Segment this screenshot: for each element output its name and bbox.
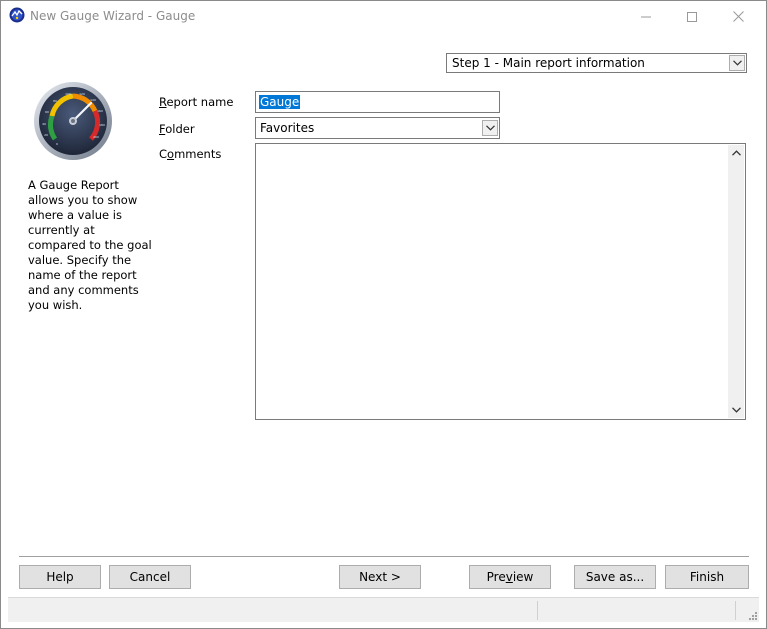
report-name-label-text: eport name: [166, 95, 234, 109]
step-dropdown-button[interactable]: [729, 55, 745, 71]
resize-grip-icon[interactable]: [747, 610, 757, 620]
gauge-icon: 0 20 40 60 80 100 120 140 160 180 200: [34, 82, 112, 160]
chevron-down-icon: [731, 407, 741, 413]
gauge-tick-label: 120: [79, 92, 85, 96]
preview-label-a: Pre: [486, 570, 506, 584]
title-bar[interactable]: New Gauge Wizard - Gauge: [1, 1, 766, 32]
status-divider: [537, 601, 538, 620]
preview-button[interactable]: Pre v iew: [469, 565, 551, 589]
report-name-label: Report name: [159, 95, 233, 109]
app-icon: [9, 7, 25, 23]
status-bar: [8, 597, 759, 622]
gauge-tick-label: 0: [56, 142, 58, 146]
comments-label-text-a: C: [159, 147, 168, 161]
folder-dropdown-button[interactable]: [482, 120, 498, 136]
next-button[interactable]: Next >: [339, 565, 421, 589]
maximize-button[interactable]: [669, 1, 715, 32]
gauge-tick-label: 140: [90, 98, 96, 102]
gauge-tick-label: 160: [97, 109, 103, 113]
chevron-up-icon: [731, 150, 741, 156]
button-separator: [19, 556, 749, 557]
comments-textarea[interactable]: [255, 143, 746, 420]
wizard-content: Step 1 - Main report information 0 20 40…: [8, 32, 759, 594]
minimize-icon: [641, 16, 651, 17]
folder-dropdown-value: Favorites: [260, 121, 315, 135]
scroll-up-button[interactable]: [728, 145, 744, 161]
gauge-tick-label: 40: [42, 122, 46, 126]
folder-label-text: older: [165, 122, 195, 136]
wizard-description: A Gauge Report allows you to show where …: [28, 178, 152, 312]
cancel-button[interactable]: Cancel: [109, 565, 191, 589]
save-as-button[interactable]: Save as...: [574, 565, 656, 589]
preview-label-accesskey: v: [505, 570, 513, 584]
gauge-tick-label: 60: [45, 110, 49, 114]
step-dropdown[interactable]: Step 1 - Main report information: [446, 53, 747, 73]
help-button[interactable]: Help: [19, 565, 101, 589]
gauge-tick-label: 200: [93, 135, 99, 139]
preview-label-b: iew: [512, 570, 534, 584]
finish-button[interactable]: Finish: [665, 565, 749, 589]
step-dropdown-value: Step 1 - Main report information: [452, 56, 645, 70]
gauge-tick-label: 100: [65, 92, 71, 96]
report-name-value: Gauge: [259, 95, 301, 109]
gauge-tick-label: 180: [99, 123, 105, 127]
folder-dropdown[interactable]: Favorites: [255, 117, 500, 139]
comments-scrollbar[interactable]: [728, 145, 744, 418]
report-name-input[interactable]: Gauge: [255, 91, 500, 113]
chevron-down-icon: [732, 60, 742, 66]
gauge-tick-label: 80: [53, 99, 57, 103]
minimize-button[interactable]: [623, 1, 669, 32]
close-icon: [732, 11, 744, 22]
close-button[interactable]: [715, 1, 761, 32]
folder-label: Folder: [159, 122, 195, 136]
chevron-down-icon: [485, 125, 495, 131]
maximize-icon: [687, 11, 697, 22]
gauge-tick-label: 20: [44, 133, 48, 137]
window-title: New Gauge Wizard - Gauge: [30, 9, 196, 23]
comments-label: Comments: [159, 147, 221, 161]
scroll-down-button[interactable]: [728, 402, 744, 418]
wizard-window: New Gauge Wizard - Gauge Step 1 - Main r…: [0, 0, 767, 629]
status-divider: [735, 601, 736, 620]
comments-label-text-b: mments: [174, 147, 222, 161]
